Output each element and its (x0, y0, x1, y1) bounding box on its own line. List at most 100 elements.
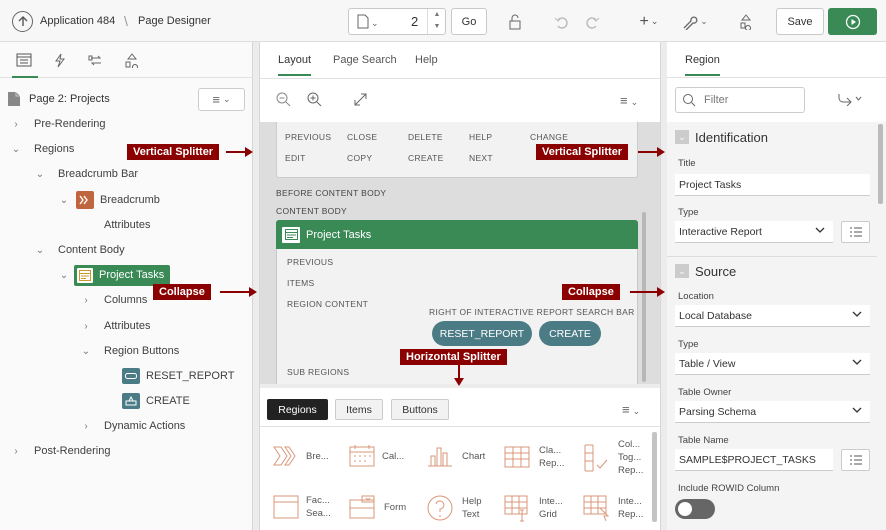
tree-columns[interactable]: › Columns (80, 289, 147, 311)
table-name-input[interactable]: SAMPLE$PROJECT_TASKS (675, 449, 833, 471)
gallery-scrollbar[interactable] (652, 432, 657, 522)
tab-layout[interactable]: Layout (278, 54, 312, 76)
location-select[interactable]: Local Database (675, 305, 870, 327)
chevron-down-icon[interactable]: ⌄ (34, 245, 46, 256)
section-divider (667, 256, 877, 257)
tab-page-search[interactable]: Page Search (333, 54, 397, 66)
save-button[interactable]: Save (776, 8, 824, 35)
chevron-down-icon[interactable]: ⌄ (58, 270, 70, 281)
go-button[interactable]: Go (451, 8, 487, 35)
shared-components-icon[interactable] (736, 8, 756, 35)
app-home-icon[interactable] (12, 11, 33, 32)
region-slot-content: REGION CONTENT (287, 299, 369, 309)
filter-input[interactable]: Filter (675, 87, 805, 113)
tab-help[interactable]: Help (415, 54, 438, 66)
layout-canvas[interactable]: PREVIOUS CLOSE DELETE HELP CHANGE EDIT C… (260, 122, 660, 384)
rowid-toggle[interactable] (675, 499, 715, 519)
utilities-wrench-icon[interactable]: ⌄ (680, 8, 710, 35)
grid-label: CREATE (408, 153, 444, 163)
create-menu-icon[interactable]: + ⌄ (634, 8, 664, 35)
gallery-menu-icon[interactable]: ≡ ⌄ (622, 402, 640, 417)
lock-icon[interactable] (503, 8, 527, 35)
gallery-tab-regions[interactable]: Regions (267, 399, 328, 420)
table-owner-select[interactable]: Parsing Schema (675, 401, 870, 423)
section-title: Identification (695, 129, 768, 145)
chevron-down-icon[interactable]: ⌄ (80, 346, 92, 357)
go-to-group-icon[interactable] (837, 92, 863, 106)
tree-content-body[interactable]: ⌄ Content Body (34, 239, 125, 261)
gallery-item-calendar[interactable]: Cal... (348, 444, 404, 468)
grid-label: NEXT (469, 153, 493, 163)
chevron-right-icon[interactable]: › (80, 321, 92, 332)
page-stepper[interactable]: ▲ ▼ (427, 9, 446, 34)
create-button[interactable]: CREATE (539, 321, 601, 346)
tree-pre-rendering[interactable]: › Pre-Rendering (10, 113, 105, 135)
tree-post-rendering[interactable]: › Post-Rendering (10, 440, 110, 462)
shared-components-tab-icon[interactable] (124, 53, 140, 68)
tree-breadcrumb[interactable]: ⌄ Breadcrumb (58, 189, 160, 211)
rendering-tab[interactable] (12, 52, 38, 78)
chevron-right-icon[interactable]: › (10, 119, 22, 130)
gallery-tab-buttons[interactable]: Buttons (391, 399, 449, 420)
tab-region[interactable]: Region (685, 54, 720, 76)
reset-report-button[interactable]: RESET_REPORT (432, 321, 532, 346)
chevron-right-icon[interactable]: › (80, 295, 92, 306)
gallery-item-form[interactable]: Form (348, 494, 406, 520)
page-number-input[interactable]: 2 (411, 14, 418, 29)
gallery-item-chart[interactable]: Chart (426, 444, 485, 468)
run-page-button[interactable] (828, 8, 877, 35)
source-header[interactable]: ⌄ Source (669, 258, 876, 284)
zoom-out-icon[interactable] (276, 92, 291, 107)
list-picker-button[interactable] (841, 221, 870, 243)
page-selector[interactable]: ⌄ 2 ▲ ▼ (348, 8, 446, 35)
table-list-picker-button[interactable] (841, 449, 870, 471)
chevron-down-icon[interactable]: ⌄ (58, 195, 70, 206)
chevron-down-icon[interactable]: ⌄ (10, 144, 22, 155)
zoom-in-icon[interactable] (307, 92, 322, 107)
chevron-right-icon[interactable]: › (10, 446, 22, 457)
collapse-icon[interactable]: ⌄ (675, 130, 689, 144)
dynamic-actions-lightning-icon[interactable] (54, 53, 66, 68)
tree-reset-report[interactable]: RESET_REPORT (122, 365, 234, 387)
tree-region-buttons[interactable]: ⌄ Region Buttons (80, 340, 179, 362)
selected-node[interactable]: Project Tasks (74, 264, 171, 286)
processing-icon[interactable] (88, 53, 104, 68)
content-body-label: CONTENT BODY (276, 206, 347, 216)
arrow-right-icon (638, 147, 665, 157)
collapse-icon[interactable]: ⌄ (675, 264, 689, 278)
tree-create[interactable]: CREATE (122, 390, 190, 412)
left-pane: Page 2: Projects ≡ ⌄ › Pre-Rendering ⌄ Regi… (0, 42, 253, 530)
chevron-right-icon[interactable]: › (80, 421, 92, 432)
title-input[interactable]: Project Tasks (675, 174, 870, 196)
tree-dynamic-actions[interactable]: › Dynamic Actions (80, 415, 185, 437)
undo-icon[interactable] (552, 8, 572, 35)
gallery-item-breadcrumb[interactable]: Bre... (272, 444, 329, 468)
tree-label: Content Body (58, 244, 125, 256)
expand-icon[interactable] (354, 93, 367, 106)
app-breadcrumb[interactable]: Application 484 (40, 15, 115, 27)
layout-menu-icon[interactable]: ≡ ⌄ (620, 93, 638, 108)
gallery-label: Form (384, 501, 407, 513)
region-header[interactable]: Project Tasks (276, 220, 638, 249)
gallery-item-faceted-search[interactable]: Fac... Sea... (272, 494, 331, 520)
tree-breadcrumb-attributes[interactable]: Attributes (104, 214, 150, 236)
property-scrollbar[interactable] (878, 124, 883, 204)
gallery-item-column-toggle-report[interactable]: Col... Tog... Rep... (582, 438, 643, 477)
gallery-tab-items[interactable]: Items (335, 399, 383, 420)
gallery-label: Col... Tog... Rep... (618, 439, 644, 476)
tree-regions[interactable]: ⌄ Regions (10, 138, 75, 160)
gallery-item-help-text[interactable]: Help Text (426, 494, 482, 522)
tree-attributes[interactable]: › Attributes (80, 315, 150, 337)
tree-breadcrumb-bar[interactable]: ⌄ Breadcrumb Bar (34, 163, 138, 185)
tab-divider (260, 78, 660, 79)
source-type-select[interactable]: Table / View (675, 353, 870, 375)
redo-icon[interactable] (582, 8, 602, 35)
gallery-item-classic-report[interactable]: Cla... Rep... (503, 444, 564, 470)
gallery-item-interactive-report[interactable]: Inte... Rep... (582, 494, 643, 522)
identification-header[interactable]: ⌄ Identification (669, 124, 876, 150)
chevron-down-icon[interactable]: ⌄ (34, 169, 46, 180)
tree-menu-button[interactable]: ≡ ⌄ (198, 88, 245, 111)
gallery-item-interactive-grid[interactable]: Inte... Grid (503, 494, 563, 522)
tree-project-tasks[interactable]: ⌄ Project Tasks (58, 264, 171, 286)
type-select[interactable]: Interactive Report (675, 221, 833, 243)
